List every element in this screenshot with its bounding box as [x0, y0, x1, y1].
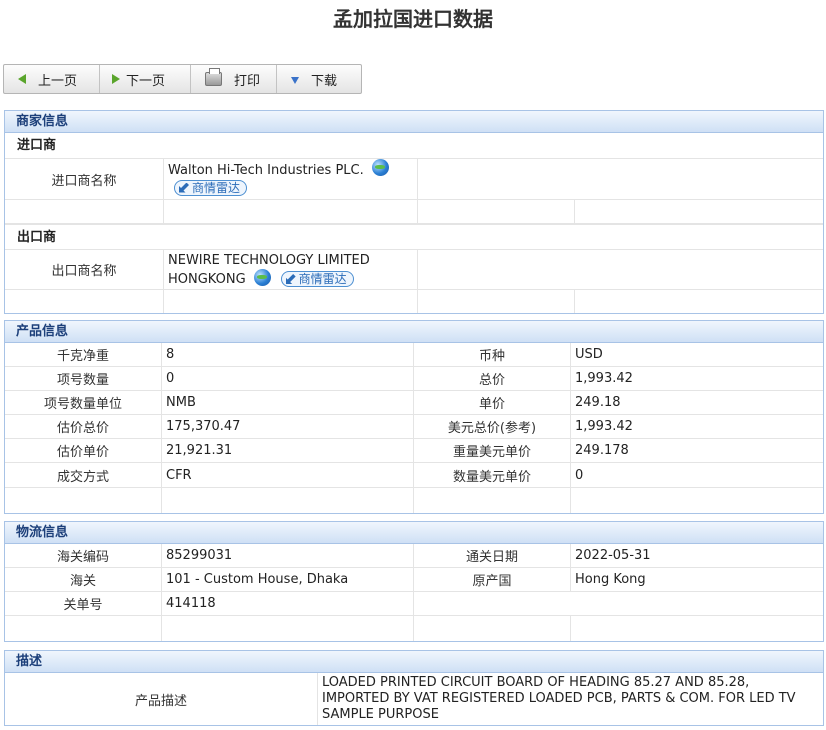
field-value: 21,921.31: [162, 439, 414, 462]
field-value: 414118: [162, 592, 414, 615]
table-row: 海关 101 - Custom House, Dhaka 原产国 Hong Ko…: [5, 568, 823, 592]
arrow-left-icon: [18, 74, 26, 84]
field-value: 0: [162, 367, 414, 390]
table-row: 项号数量单位 NMB 单价 249.18: [5, 391, 823, 415]
field-value: USD: [575, 347, 603, 362]
description-row: 产品描述 LOADED PRINTED CIRCUIT BOARD OF HEA…: [5, 673, 823, 725]
description-section-header: 描述: [5, 651, 823, 673]
importer-name: Walton Hi-Tech Industries PLC.: [168, 162, 364, 178]
exporter-name-cell: NEWIRE TECHNOLOGY LIMITED HONGKONG 商情雷达: [164, 250, 418, 289]
exporter-name-line2: HONGKONG: [168, 271, 246, 287]
radar-arrow-icon: [179, 182, 189, 193]
field-value: NMB: [162, 391, 414, 414]
table-row: 估价单价 21,921.31 重量美元单价 249.178: [5, 439, 823, 463]
field-label: 海关编码: [5, 544, 162, 567]
page-title: 孟加拉国进口数据: [333, 7, 493, 31]
importer-name-row: 进口商名称 Walton Hi-Tech Industries PLC. 商情雷…: [5, 158, 823, 200]
field-label: 原产国: [414, 568, 571, 591]
importer-empty-row: [5, 200, 823, 224]
product-section-header: 产品信息: [5, 321, 823, 343]
product-section: 产品信息 千克净重 8 币种 USD 项号数量 0 总价 1,993.42 项号…: [4, 320, 824, 514]
field-label: 美元总价(参考): [414, 415, 571, 438]
globe-icon[interactable]: [253, 268, 271, 286]
field-value: 2022-05-31: [575, 548, 651, 563]
print-button[interactable]: 打印: [191, 65, 277, 93]
print-label: 打印: [234, 73, 261, 89]
product-table: 千克净重 8 币种 USD 项号数量 0 总价 1,993.42 项号数量单位 …: [5, 343, 823, 513]
field-value: 0: [575, 467, 584, 483]
table-row-empty: [5, 616, 823, 641]
globe-icon[interactable]: [371, 158, 389, 176]
field-value: 249.178: [575, 443, 629, 458]
prev-page-label: 上一页: [38, 73, 78, 89]
field-label: 千克净重: [5, 343, 162, 366]
importer-radar-label: 商情雷达: [192, 180, 241, 195]
field-label: 重量美元单价: [414, 439, 571, 462]
logistics-section-header: 物流信息: [5, 522, 823, 544]
exporter-name-line1: NEWIRE TECHNOLOGY LIMITED: [168, 252, 370, 268]
logistics-section: 物流信息 海关编码 85299031 通关日期 2022-05-31 海关 10…: [4, 521, 824, 642]
radar-arrow-icon: [285, 274, 296, 284]
importer-name-label: 进口商名称: [5, 159, 164, 199]
table-row-empty: [5, 488, 823, 513]
description-text: LOADED PRINTED CIRCUIT BOARD OF HEADING …: [322, 675, 796, 722]
field-value: 101 - Custom House, Dhaka: [162, 568, 414, 591]
field-value: 85299031: [162, 544, 414, 567]
merchant-section: 商家信息 进口商 进口商名称 Walton Hi-Tech Industries…: [4, 110, 824, 314]
field-value: 8: [162, 343, 414, 366]
field-value: 1,993.42: [575, 371, 633, 386]
exporter-radar-label: 商情雷达: [298, 272, 347, 286]
field-label: 币种: [414, 343, 571, 366]
exporter-name-row: 出口商名称 NEWIRE TECHNOLOGY LIMITED HONGKONG…: [5, 250, 823, 290]
importer-radar-button[interactable]: 商情雷达: [174, 179, 248, 196]
toolbar: 上一页 下一页 打印 下载: [3, 64, 362, 94]
exporter-radar-button[interactable]: 商情雷达: [280, 271, 354, 287]
table-row: 关单号 414118: [5, 592, 823, 616]
merchant-section-header: 商家信息: [5, 111, 823, 133]
arrow-right-icon: [112, 74, 120, 84]
prev-page-button[interactable]: 上一页: [4, 65, 100, 93]
field-label: 成交方式: [5, 463, 162, 487]
exporter-name-label: 出口商名称: [5, 250, 164, 289]
field-label: 估价总价: [5, 415, 162, 438]
field-label: 单价: [414, 391, 571, 414]
table-row: 成交方式 CFR 数量美元单价 0: [5, 463, 823, 488]
field-value: Hong Kong: [575, 572, 646, 587]
field-value: 249.18: [575, 395, 621, 410]
field-label: 估价单价: [5, 439, 162, 462]
download-arrow-icon: [291, 77, 299, 84]
field-label: 项号数量: [5, 367, 162, 390]
field-label: 海关: [5, 568, 162, 591]
field-value: 175,370.47: [162, 415, 414, 438]
exporter-subheader: 出口商: [5, 224, 823, 250]
download-label: 下载: [311, 73, 338, 89]
field-label: 项号数量单位: [5, 391, 162, 414]
table-row: 千克净重 8 币种 USD: [5, 343, 823, 367]
importer-subheader: 进口商: [5, 133, 823, 159]
field-label: 数量美元单价: [414, 463, 571, 487]
table-row: 估价总价 175,370.47 美元总价(参考) 1,993.42: [5, 415, 823, 439]
field-label: 通关日期: [414, 544, 571, 567]
description-label: 产品描述: [5, 673, 318, 725]
next-page-label: 下一页: [126, 73, 166, 89]
field-label: 关单号: [5, 592, 162, 615]
printer-icon: [205, 68, 222, 86]
next-page-button[interactable]: 下一页: [100, 65, 191, 93]
field-label: 总价: [414, 367, 571, 390]
table-row: 海关编码 85299031 通关日期 2022-05-31: [5, 544, 823, 568]
field-value: CFR: [162, 463, 414, 487]
download-button[interactable]: 下载: [277, 65, 361, 93]
exporter-empty-row: [5, 290, 823, 313]
table-row: 项号数量 0 总价 1,993.42: [5, 367, 823, 391]
description-section: 描述 产品描述 LOADED PRINTED CIRCUIT BOARD OF …: [4, 650, 824, 726]
importer-name-cell: Walton Hi-Tech Industries PLC. 商情雷达: [164, 158, 418, 199]
field-value: 1,993.42: [575, 419, 633, 434]
